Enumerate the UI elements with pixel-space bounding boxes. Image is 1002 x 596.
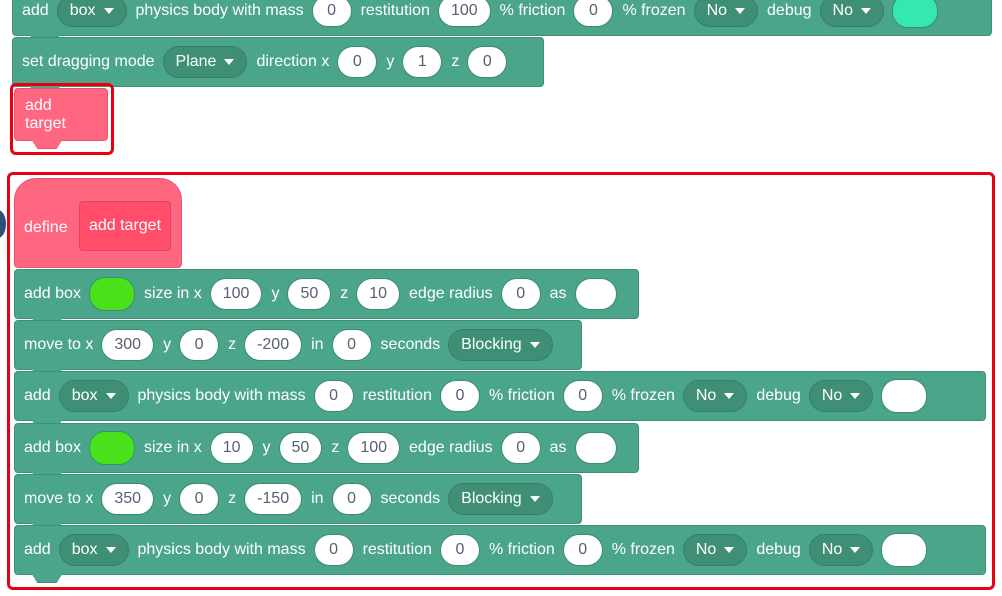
dragging-mode-value: Plane bbox=[175, 53, 217, 70]
friction-label: % friction bbox=[499, 2, 566, 19]
highlight-call-block bbox=[10, 83, 114, 155]
color-picker[interactable] bbox=[891, 0, 938, 28]
mass-input[interactable]: 0 bbox=[311, 0, 352, 27]
scroll-knob bbox=[0, 210, 6, 238]
debug-label: debug bbox=[767, 2, 812, 19]
direction-x-label: direction x bbox=[256, 53, 330, 70]
restitution-input[interactable]: 100 bbox=[437, 0, 491, 27]
direction-z-label: z bbox=[451, 53, 460, 70]
direction-x-input[interactable]: 0 bbox=[337, 46, 378, 78]
chevron-down-icon bbox=[103, 8, 114, 14]
friction-input[interactable]: 0 bbox=[573, 0, 614, 27]
mass-label: physics body with mass bbox=[135, 2, 304, 19]
frozen-value: No bbox=[706, 2, 728, 19]
direction-y-input[interactable]: 1 bbox=[402, 46, 443, 78]
set-dragging-mode-block[interactable]: set dragging mode Plane direction x 0 y … bbox=[12, 37, 544, 87]
restitution-label: restitution bbox=[360, 2, 430, 19]
direction-z-input[interactable]: 0 bbox=[467, 46, 508, 78]
dragging-mode-dropdown[interactable]: Plane bbox=[162, 46, 248, 78]
debug-dropdown[interactable]: No bbox=[819, 0, 884, 27]
debug-value: No bbox=[832, 2, 853, 19]
dragging-mode-label: set dragging mode bbox=[22, 53, 155, 70]
physics-body-block-top[interactable]: add box physics body with mass 0 restitu… bbox=[12, 0, 992, 36]
frozen-label: % frozen bbox=[622, 2, 686, 19]
shape-value: box bbox=[69, 2, 96, 19]
chevron-down-icon bbox=[735, 8, 746, 14]
chevron-down-icon bbox=[860, 8, 871, 14]
direction-y-label: y bbox=[386, 53, 395, 70]
highlight-define-script bbox=[7, 172, 995, 590]
frozen-dropdown[interactable]: No bbox=[693, 0, 759, 27]
shape-dropdown[interactable]: box bbox=[56, 0, 127, 27]
chevron-down-icon bbox=[224, 59, 235, 65]
add-label: add bbox=[22, 2, 49, 19]
